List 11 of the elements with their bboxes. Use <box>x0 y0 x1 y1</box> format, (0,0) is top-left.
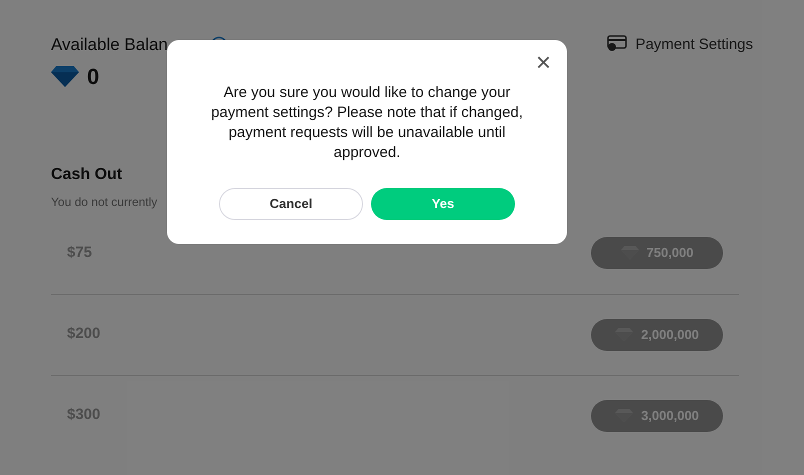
yes-button[interactable]: Yes <box>371 188 515 220</box>
balance-label: Available Balan <box>51 34 168 56</box>
balance-amount: 0 <box>87 62 100 90</box>
card-icon <box>607 35 628 51</box>
cash-out-title: Cash Out <box>51 164 124 184</box>
cancel-button[interactable]: Cancel <box>219 188 363 220</box>
dialog-message: Are you sure you would like to change your payment settings? Please note that if changed, payment requests will be unavailable until approved. <box>211 83 523 163</box>
cash-out-subtitle: You do not currently <box>51 194 158 210</box>
close-button[interactable]: × <box>536 49 551 75</box>
diamond-icon <box>51 66 79 86</box>
payment-settings-link[interactable]: Payment Settings <box>607 34 753 56</box>
